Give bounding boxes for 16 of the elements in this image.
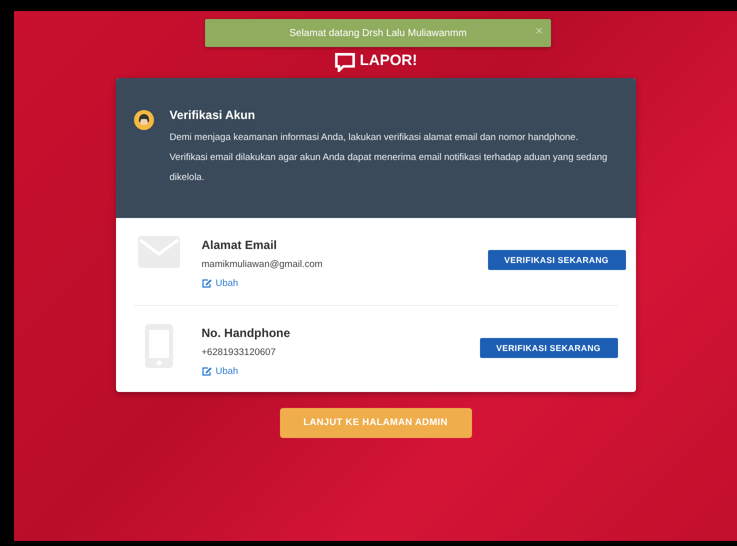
edit-link[interactable]: Ubah [202, 276, 238, 291]
edit-link[interactable]: Ubah [202, 364, 238, 379]
toast-message: Selamat datang Drsh Lalu Muliawanmm [289, 26, 467, 40]
field-value: mamikmuliawan@gmail.com [202, 258, 324, 272]
avatar-icon [134, 110, 154, 130]
field-label: Alamat Email [202, 237, 278, 254]
edit-icon [202, 367, 212, 376]
verify-now-button[interactable]: VERIFIKASI SEKARANG [480, 338, 618, 358]
verification-description: Demi menjaga keamanan informasi Anda, lakukan verifikasi alamat email dan nomor handphone. Verifikasi email dilakukan agar akun Anda dapat menerima email notifikasi terhadap aduan yang sedang dikelola. [170, 131, 608, 185]
field-label: No. Handphone [202, 325, 292, 342]
speech-bubble-icon [334, 53, 356, 72]
verify-now-button[interactable]: VERIFIKASI SEKARANG [488, 250, 626, 270]
verification-title: Verifikasi Akun [170, 107, 256, 124]
field-value: +6281933120607 [202, 346, 277, 360]
logo-text: LAPOR! [360, 53, 418, 68]
edit-icon [202, 279, 212, 288]
